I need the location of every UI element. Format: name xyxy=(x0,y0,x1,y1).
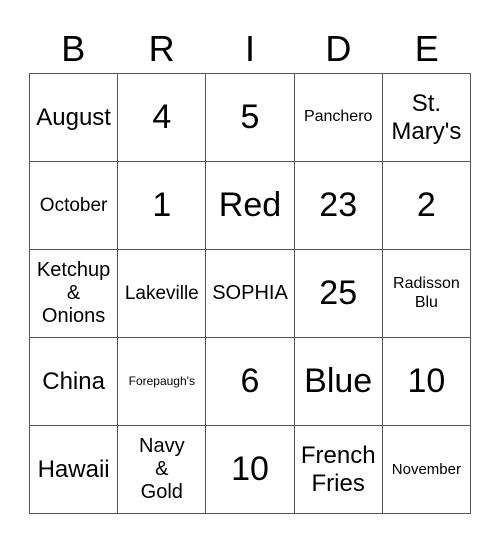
bingo-grid: August 4 5 Panchero St. Mary's October 1… xyxy=(29,73,471,514)
bingo-cell: Blue xyxy=(294,338,383,426)
bingo-cell: French Fries xyxy=(294,426,383,514)
bingo-header: B R I D E xyxy=(29,28,471,70)
bingo-cell: 10 xyxy=(382,338,471,426)
bingo-cell: 5 xyxy=(206,74,295,162)
bingo-cell: 2 xyxy=(382,162,471,250)
bingo-cell: Forepaugh's xyxy=(118,338,207,426)
header-letter-i: I xyxy=(244,28,255,69)
bingo-cell: SOPHIA xyxy=(206,250,295,338)
bingo-cell: August xyxy=(30,74,119,162)
bingo-cell: St. Mary's xyxy=(382,74,471,162)
bingo-cell: Lakeville xyxy=(118,250,207,338)
bingo-cell: 10 xyxy=(206,426,295,514)
bingo-cell: Radisson Blu xyxy=(382,250,471,338)
header-letter-d: D xyxy=(325,28,352,69)
bingo-cell: Hawaii xyxy=(30,426,119,514)
header-letter-r: R xyxy=(148,28,175,69)
bingo-cell: 6 xyxy=(206,338,295,426)
header-letter-b: B xyxy=(61,28,86,69)
bingo-cell: 4 xyxy=(118,74,207,162)
bingo-cell: 25 xyxy=(294,250,383,338)
bingo-cell: Red xyxy=(206,162,295,250)
bingo-cell: China xyxy=(30,338,119,426)
bingo-cell: October xyxy=(30,162,119,250)
bingo-cell: Panchero xyxy=(294,74,383,162)
header-letter-e: E xyxy=(414,28,439,69)
bingo-cell: Navy & Gold xyxy=(118,426,207,514)
bingo-cell: 1 xyxy=(118,162,207,250)
bingo-cell: Ketchup & Onions xyxy=(30,250,119,338)
bingo-cell: November xyxy=(382,426,471,514)
bingo-cell: 23 xyxy=(294,162,383,250)
